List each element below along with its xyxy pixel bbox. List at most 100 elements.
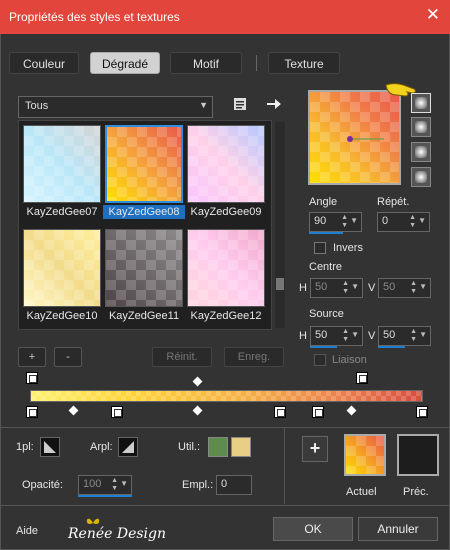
source-label: Source [309,308,344,320]
bookmark-icon[interactable] [232,96,248,112]
tab-motif[interactable]: Motif [170,52,242,74]
tab-degrade[interactable]: Dégradé [90,52,160,74]
centre-label: Centre [309,261,343,273]
tab-texture[interactable]: Texture [268,52,340,74]
style-linear-button[interactable] [411,93,431,113]
gradient-preview[interactable] [308,90,401,185]
chevron-down-icon: ▼ [199,100,208,110]
remove-preset-button[interactable]: - [54,347,82,367]
spin-icon[interactable]: ▲ ▼ [410,328,417,344]
style-radial-button[interactable] [411,142,431,162]
spin-icon[interactable]: ▲ ▼ [410,280,417,296]
gradient-bar[interactable] [30,390,423,402]
chevron-down-icon[interactable]: ▼ [418,216,426,225]
source-v-label: V [368,330,376,342]
help-link[interactable]: Aide [16,525,38,537]
invert-label: Invers [333,242,363,254]
close-icon[interactable]: ✕ [426,5,440,25]
spin-icon[interactable]: ▲ ▼ [341,214,348,230]
current-label: Actuel [346,486,377,498]
gradient-thumbnail[interactable] [187,229,265,307]
gradient-thumbnail-label: KayZedGee10 [26,310,98,322]
divider [0,505,450,506]
color-stop[interactable] [111,406,123,418]
source-v-slider-bar[interactable] [378,346,405,348]
centre-v-label: V [368,282,376,294]
color-stop[interactable] [274,406,286,418]
reset-button[interactable]: Réinit. [152,347,212,367]
gradient-thumbnail[interactable] [105,229,183,307]
source-h-slider-bar[interactable] [310,346,337,348]
chevron-down-icon[interactable]: ▼ [351,330,359,339]
gradient-library: KayZedGee07 KayZedGee08 KayZedGee09 KayZedG… [18,120,272,330]
ok-button[interactable]: OK [273,517,353,541]
one-pl-label: 1pl: [16,441,34,453]
gradient-thumbnail-label: KayZedGee08 [103,205,185,219]
brand-watermark: Renée Design [68,526,167,542]
style-rectangular-button[interactable] [411,117,431,137]
gradient-thumbnail-label: KayZedGee12 [190,310,262,322]
spin-icon[interactable]: ▲ ▼ [342,280,349,296]
centre-h-label: H [299,282,307,294]
user-color-2-swatch[interactable] [231,437,251,457]
angle-label: Angle [309,196,338,208]
bg-stop-button[interactable] [118,437,138,457]
opacity-input[interactable]: 100 ▲ ▼ ▼ [78,475,132,495]
title-bar: Propriétés des styles et textures ✕ [0,0,450,34]
source-h-input[interactable]: 50 ▲ ▼ ▼ [310,326,363,346]
gradient-thumbnail-label: KayZedGee11 [108,310,180,322]
gradient-thumbnail[interactable] [23,229,101,307]
centre-v-input[interactable]: 50 ▲ ▼ ▼ [378,278,431,298]
cancel-button[interactable]: Annuler [358,517,438,541]
category-dropdown[interactable]: Tous ▼ [18,96,213,118]
link-checkbox[interactable] [314,354,326,366]
chevron-down-icon[interactable]: ▼ [350,216,358,225]
category-selected: Tous [25,100,49,112]
angle-slider-bar[interactable] [309,232,343,234]
gradient-thumbnail-label: KayZedGee07 [26,206,98,218]
divider [284,428,285,504]
spin-icon[interactable]: ▲ ▼ [342,328,349,344]
library-scrollbar[interactable] [275,122,285,328]
repeat-label: Répét. [377,196,410,208]
style-sunburst-button[interactable] [411,167,431,187]
gradient-thumbnail-label: KayZedGee09 [190,206,262,218]
source-v-input[interactable]: 50 ▲ ▼ ▼ [378,326,431,346]
transparency-stop-right[interactable] [356,372,368,384]
fg-stop-button[interactable] [40,437,60,457]
spin-icon[interactable]: ▲ ▼ [111,477,118,493]
repeat-input[interactable]: 0 ▲ ▼ ▼ [377,212,430,232]
source-h-label: H [299,330,307,342]
chevron-down-icon[interactable]: ▼ [419,282,427,291]
scrollbar-thumb[interactable] [276,278,284,290]
color-stop[interactable] [26,406,38,418]
center-marker-icon[interactable] [346,133,386,145]
invert-checkbox[interactable] [314,242,326,254]
opacity-slider-bar[interactable] [78,495,132,497]
window-title: Propriétés des styles et textures [9,10,180,24]
gradient-thumbnail[interactable] [23,125,101,203]
previous-swatch[interactable] [397,434,439,476]
location-input[interactable]: 0 [216,475,252,495]
arrow-right-icon[interactable] [265,96,283,112]
color-stop[interactable] [312,406,324,418]
chevron-down-icon[interactable]: ▼ [419,330,427,339]
centre-h-input[interactable]: 50 ▲ ▼ ▼ [310,278,363,298]
transparency-stop-left[interactable] [26,372,38,384]
add-preset-button[interactable]: + [18,347,46,367]
color-stop[interactable] [416,406,428,418]
spin-icon[interactable]: ▲ ▼ [409,214,416,230]
arpl-label: Arpl: [90,441,113,453]
gradient-thumbnail[interactable] [187,125,265,203]
angle-input[interactable]: 90 ▲ ▼ ▼ [309,212,362,232]
tab-separator [256,55,257,71]
current-swatch [344,434,386,476]
tab-couleur[interactable]: Couleur [9,52,79,74]
save-preset-button[interactable]: Enreg. [224,347,284,367]
gradient-thumbnail[interactable] [105,125,183,203]
user-color-1-swatch[interactable] [208,437,228,457]
empl-label: Empl.: [182,479,214,491]
chevron-down-icon[interactable]: ▼ [120,479,128,488]
chevron-down-icon[interactable]: ▼ [351,282,359,291]
add-to-swatches-button[interactable]: + [302,436,328,462]
